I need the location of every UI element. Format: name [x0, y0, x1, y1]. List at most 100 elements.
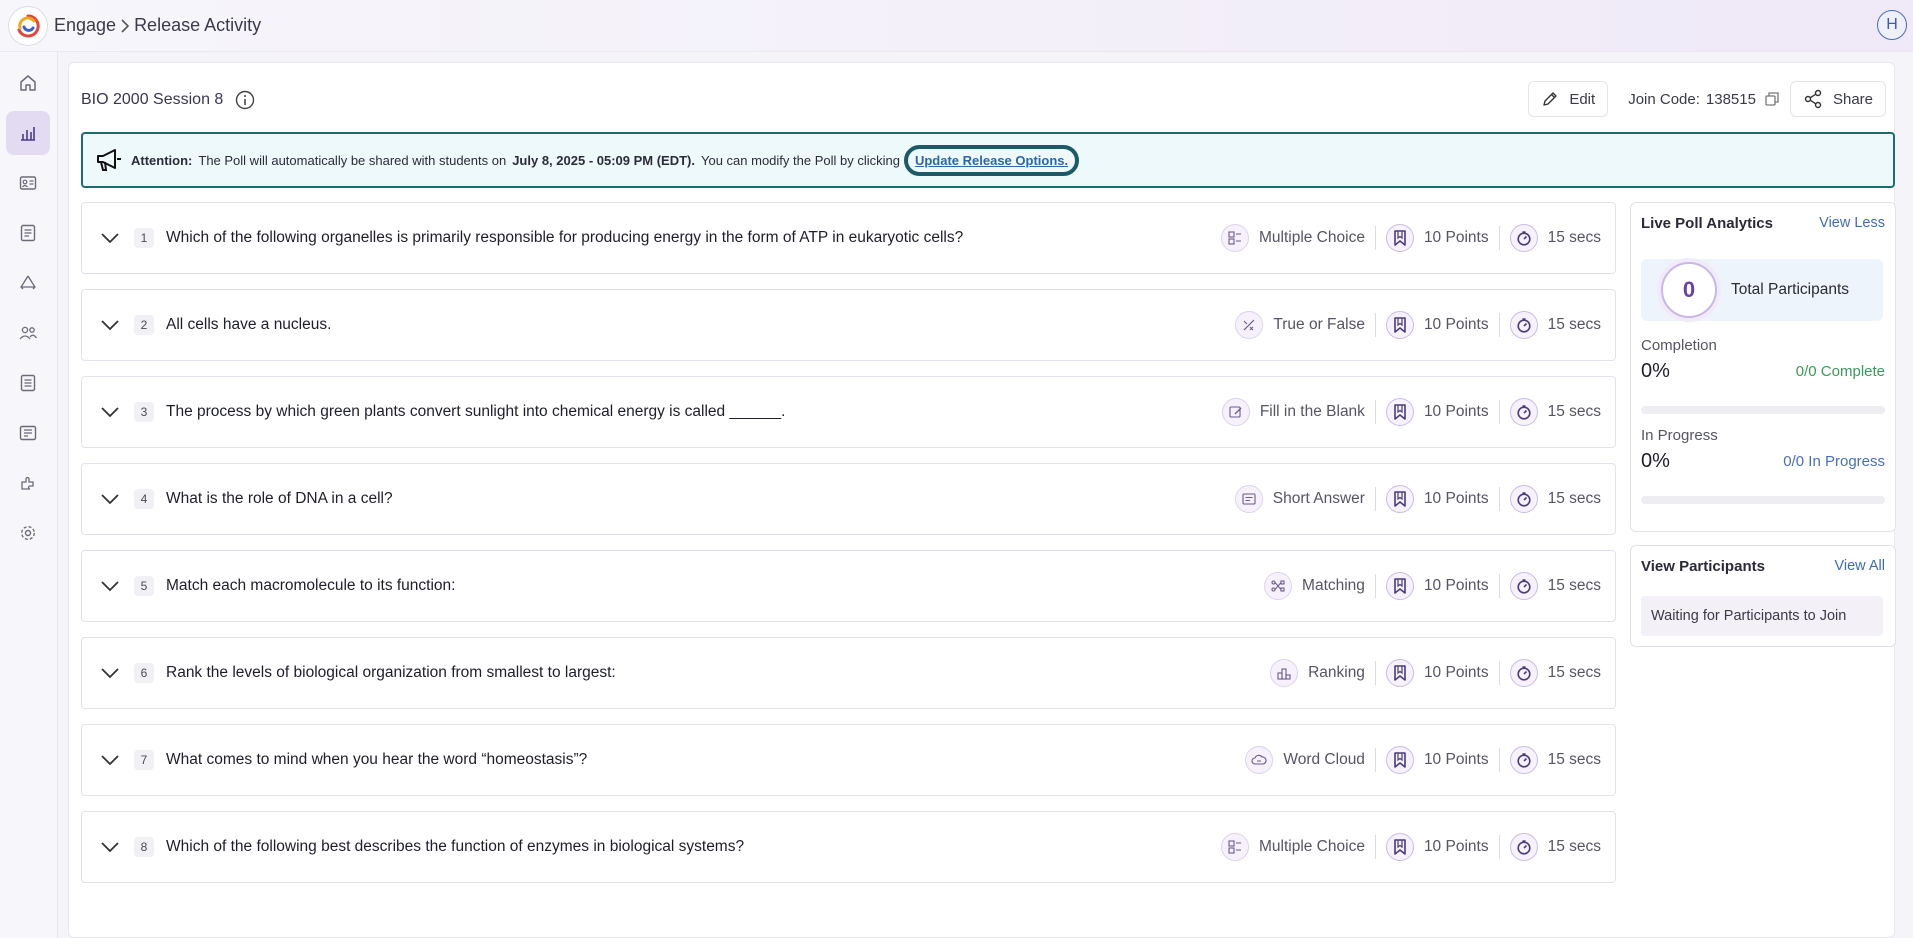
question-meta: Multiple Choice 10 Points 15 secs — [1220, 224, 1601, 252]
sidebar-item-settings[interactable] — [6, 511, 50, 555]
time-label: 15 secs — [1547, 403, 1601, 420]
question-row[interactable]: 7 What comes to mind when you hear the wo… — [81, 724, 1616, 796]
question-text: Which of the following best describes th… — [166, 838, 745, 855]
home-icon — [20, 75, 36, 91]
user-avatar[interactable]: H — [1877, 10, 1907, 40]
sidebar-item-list[interactable] — [6, 361, 50, 405]
timer-icon — [1509, 311, 1538, 339]
question-row[interactable]: 8 Which of the following best describes t… — [81, 811, 1616, 883]
engage-logo[interactable] — [8, 5, 48, 46]
ranking-icon — [1270, 659, 1299, 687]
question-type-label: Short Answer — [1272, 490, 1365, 507]
question-meta: Short Answer 10 Points 15 secs — [1234, 485, 1601, 513]
sidebar-item-recycle[interactable] — [6, 261, 50, 305]
gradebook-icon — [19, 425, 37, 441]
timer-icon — [1509, 224, 1538, 252]
question-number: 1 — [134, 228, 154, 248]
breadcrumb: Engage Release Activity — [54, 15, 261, 36]
question-time: 15 secs — [1509, 833, 1601, 861]
sidebar-item-gradebook[interactable] — [6, 411, 50, 455]
question-row[interactable]: 2 All cells have a nucleus. True or False 1… — [81, 289, 1616, 361]
question-time: 15 secs — [1509, 311, 1601, 339]
points-label: 10 Points — [1423, 577, 1489, 594]
view-all-link[interactable]: View All — [1834, 558, 1885, 575]
sidebar — [0, 52, 58, 938]
gear-icon — [20, 525, 36, 541]
copy-icon[interactable] — [1764, 91, 1780, 107]
question-type-label: Matching — [1302, 577, 1365, 594]
chevron-down-icon[interactable] — [100, 232, 124, 244]
time-label: 15 secs — [1547, 664, 1601, 681]
chevron-down-icon[interactable] — [100, 319, 124, 331]
time-label: 15 secs — [1547, 751, 1601, 768]
points-label: 10 Points — [1423, 751, 1489, 768]
question-row[interactable]: 6 Rank the levels of biological organizat… — [81, 637, 1616, 709]
sidebar-item-documents[interactable] — [6, 211, 50, 255]
points-label: 10 Points — [1423, 838, 1489, 855]
question-text: What is the role of DNA in a cell? — [166, 490, 393, 507]
analytics-title: Live Poll Analytics — [1641, 215, 1773, 232]
question-points: 10 Points — [1385, 572, 1489, 600]
list-icon — [20, 374, 36, 392]
matching-icon — [1264, 572, 1293, 600]
chevron-down-icon[interactable] — [100, 841, 124, 853]
live-poll-analytics-panel: Live Poll Analytics View Less 0 Total Pa… — [1630, 202, 1896, 532]
recycle-icon — [20, 275, 36, 290]
edit-button[interactable]: Edit — [1528, 81, 1609, 117]
bookmark-icon — [1385, 659, 1414, 687]
join-code-value: 138515 — [1705, 90, 1756, 108]
chevron-down-icon[interactable] — [100, 580, 124, 592]
sidebar-item-profile[interactable] — [6, 161, 50, 205]
chevron-down-icon[interactable] — [100, 754, 124, 766]
chevron-down-icon[interactable] — [100, 493, 124, 505]
session-header: BIO 2000 Session 8 — [81, 83, 255, 117]
question-meta: Matching 10 Points 15 secs — [1264, 572, 1601, 600]
session-title: BIO 2000 Session 8 — [81, 91, 224, 108]
in-progress-progress-bar — [1641, 496, 1885, 504]
sidebar-item-analytics[interactable] — [6, 111, 50, 155]
chevron-down-icon[interactable] — [100, 406, 124, 418]
completion-status: 0/0 Complete — [1795, 363, 1885, 380]
share-icon — [1804, 89, 1822, 109]
divider — [1374, 226, 1376, 250]
waiting-message: Waiting for Participants to Join — [1641, 596, 1883, 636]
question-time: 15 secs — [1509, 746, 1601, 774]
view-participants-panel: View Participants View All Waiting for P… — [1630, 545, 1896, 647]
sidebar-item-integrations[interactable] — [6, 461, 50, 505]
question-time: 15 secs — [1509, 398, 1601, 426]
sidebar-item-home[interactable] — [6, 61, 50, 105]
timer-icon — [1509, 659, 1538, 687]
bookmark-icon — [1385, 485, 1414, 513]
question-number: 2 — [134, 315, 154, 335]
time-label: 15 secs — [1547, 316, 1601, 333]
chevron-down-icon[interactable] — [100, 667, 124, 679]
breadcrumb-engage[interactable]: Engage — [54, 15, 116, 36]
update-release-options-link[interactable]: Update Release Options. — [903, 144, 1080, 176]
release-date: July 8, 2025 - 05:09 PM (EDT). — [512, 152, 695, 168]
completion-progress-bar — [1641, 406, 1885, 414]
divider — [1498, 226, 1500, 250]
timer-icon — [1509, 833, 1538, 861]
users-icon — [19, 326, 38, 340]
sidebar-item-users[interactable] — [6, 311, 50, 355]
banner-text-after: You can modify the Poll by clicking — [701, 152, 900, 168]
edit-label: Edit — [1569, 90, 1596, 108]
top-bar: Engage Release Activity H — [0, 0, 1913, 52]
question-row[interactable]: 1 Which of the following organelles is pr… — [81, 202, 1616, 274]
points-label: 10 Points — [1423, 229, 1489, 246]
question-row[interactable]: 4 What is the role of DNA in a cell? Short… — [81, 463, 1616, 535]
banner-text-before: The Poll will automatically be shared wi… — [198, 152, 507, 168]
question-points: 10 Points — [1385, 659, 1489, 687]
fill-blank-icon — [1221, 398, 1250, 426]
share-button[interactable]: Share — [1789, 81, 1886, 117]
question-number: 8 — [134, 837, 154, 857]
question-row[interactable]: 3 The process by which green plants conve… — [81, 376, 1616, 448]
main-panel: BIO 2000 Session 8 Edit Join Code: 13851… — [68, 62, 1896, 938]
join-code: Join Code: 138515 — [1628, 91, 1780, 108]
pencil-icon — [1543, 92, 1558, 106]
info-icon[interactable] — [235, 90, 255, 110]
question-row[interactable]: 5 Match each macromolecule to its functio… — [81, 550, 1616, 622]
completion-label: Completion — [1641, 337, 1717, 354]
word-cloud-icon — [1245, 746, 1274, 774]
view-less-link[interactable]: View Less — [1819, 215, 1885, 232]
